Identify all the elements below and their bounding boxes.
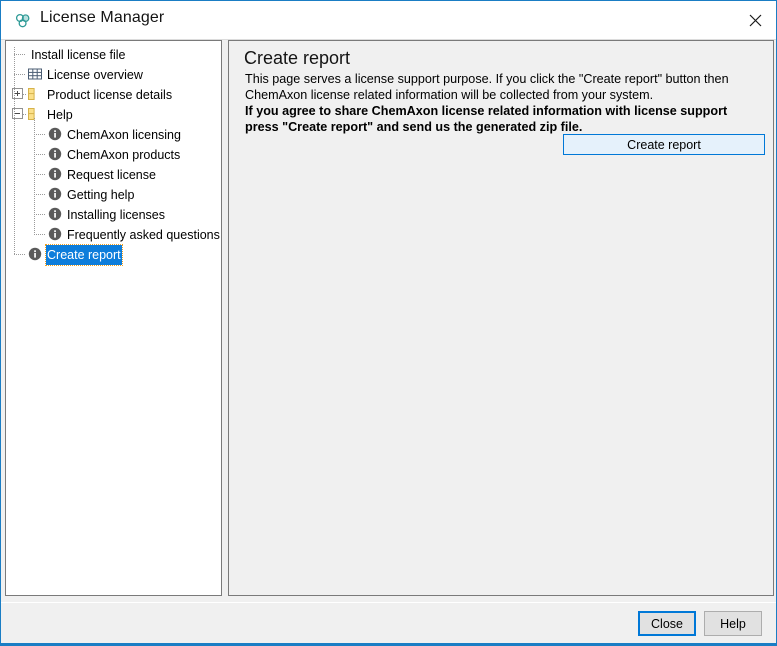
tree-trunk-help [34, 118, 35, 234]
tree-connector [14, 74, 26, 75]
tree-item-chemaxon-products[interactable]: ChemAxon products [6, 144, 221, 164]
tree-connector [34, 154, 46, 155]
tree-item-label: Create report [46, 245, 122, 265]
info-icon [47, 146, 63, 162]
tree-item-chemaxon-licensing[interactable]: ChemAxon licensing [6, 124, 221, 144]
tree-trunk-root [14, 47, 15, 254]
tree-item-license-overview[interactable]: License overview [6, 64, 221, 84]
folder-icon [27, 86, 43, 102]
info-icon [47, 126, 63, 142]
tree-item-label: Frequently asked questions [66, 225, 221, 245]
create-report-button[interactable]: Create report [563, 134, 765, 155]
chemaxon-molecule-icon [13, 11, 33, 31]
close-button[interactable]: Close [638, 611, 696, 636]
license-manager-window: License Manager Install license fileLice… [0, 0, 777, 646]
tree-item-label: License overview [46, 65, 144, 85]
tree-item-label: ChemAxon products [66, 145, 181, 165]
tree-connector [34, 134, 46, 135]
tree-connector [34, 174, 46, 175]
tree-item-installing-licenses[interactable]: Installing licenses [6, 204, 221, 224]
main-content: Install license fileLicense overviewProd… [1, 40, 777, 602]
info-icon [47, 206, 63, 222]
tree-connector [14, 54, 26, 55]
close-icon[interactable] [732, 1, 777, 39]
tree-item-label: Request license [66, 165, 157, 185]
tree-item-label: Help [46, 105, 74, 125]
navigation-tree-panel[interactable]: Install license fileLicense overviewProd… [5, 40, 222, 596]
help-button[interactable]: Help [704, 611, 762, 636]
window-title: License Manager [40, 9, 164, 27]
window-bottom-accent [1, 643, 777, 645]
info-icon [27, 246, 43, 262]
tree-item-frequently-asked-questions[interactable]: Frequently asked questions [6, 224, 221, 244]
tree-item-label: Install license file [30, 45, 127, 65]
info-icon [47, 226, 63, 242]
navigation-tree[interactable]: Install license fileLicense overviewProd… [6, 41, 221, 270]
tree-item-create-report[interactable]: Create report [6, 244, 221, 264]
page-title: Create report [244, 48, 350, 69]
info-icon [47, 166, 63, 182]
tree-connector [23, 114, 27, 115]
table-icon [27, 66, 43, 82]
tree-connector [34, 194, 46, 195]
tree-item-help[interactable]: Help [6, 104, 221, 124]
folder-icon [27, 106, 43, 122]
tree-connector [34, 234, 46, 235]
detail-panel: Create report This page serves a license… [228, 40, 774, 596]
tree-item-getting-help[interactable]: Getting help [6, 184, 221, 204]
tree-item-request-license[interactable]: Request license [6, 164, 221, 184]
consent-paragraph: If you agree to share ChemAxon license r… [245, 103, 759, 135]
tree-item-label: Getting help [66, 185, 135, 205]
tree-item-product-license-details[interactable]: Product license details [6, 84, 221, 104]
tree-connector [34, 214, 46, 215]
tree-item-label: ChemAxon licensing [66, 125, 182, 145]
tree-item-label: Product license details [46, 85, 173, 105]
tree-connector [14, 254, 26, 255]
tree-item-label: Installing licenses [66, 205, 166, 225]
tree-item-install-license-file[interactable]: Install license file [6, 44, 221, 64]
description-paragraph: This page serves a license support purpo… [245, 71, 759, 103]
title-bar: License Manager [1, 1, 777, 40]
info-icon [47, 186, 63, 202]
tree-connector [23, 94, 27, 95]
